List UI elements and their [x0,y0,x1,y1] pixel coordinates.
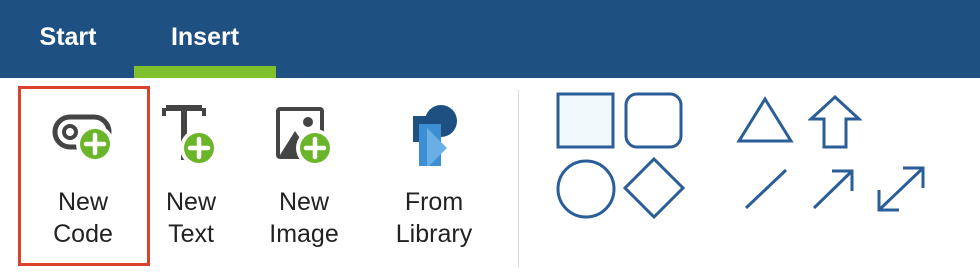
insert-ribbon: New Code New Text New Image From Library [0,78,980,273]
tab-start[interactable]: Start [16,0,120,78]
new-image-label: New Image [269,188,339,248]
new-text-button[interactable]: New Text [150,78,232,273]
library-icon [382,104,486,166]
shape-diamond-button[interactable] [622,156,686,220]
shape-arrow-button[interactable] [810,166,858,212]
code-add-icon [16,104,150,166]
shape-circle-button[interactable] [555,158,617,220]
shape-rounded-square-button[interactable] [624,92,684,150]
from-library-button[interactable]: From Library [382,78,486,273]
shape-double-arrow-button[interactable] [874,164,928,214]
new-text-label: New Text [165,188,216,248]
shape-triangle-button[interactable] [736,96,794,144]
ribbon-divider [518,90,519,268]
image-add-icon [262,104,346,166]
new-code-label: New Code [53,188,113,248]
from-library-label: From Library [395,188,473,248]
new-code-button[interactable]: New Code [16,78,150,273]
shape-square-button[interactable] [556,92,616,150]
active-tab-indicator [134,66,276,78]
ribbon-tab-bar: Start Insert [0,0,980,78]
shape-up-arrow-button[interactable] [808,94,862,150]
shape-line-button[interactable] [742,166,790,212]
text-add-icon [150,104,232,166]
new-image-button[interactable]: New Image [262,78,346,273]
